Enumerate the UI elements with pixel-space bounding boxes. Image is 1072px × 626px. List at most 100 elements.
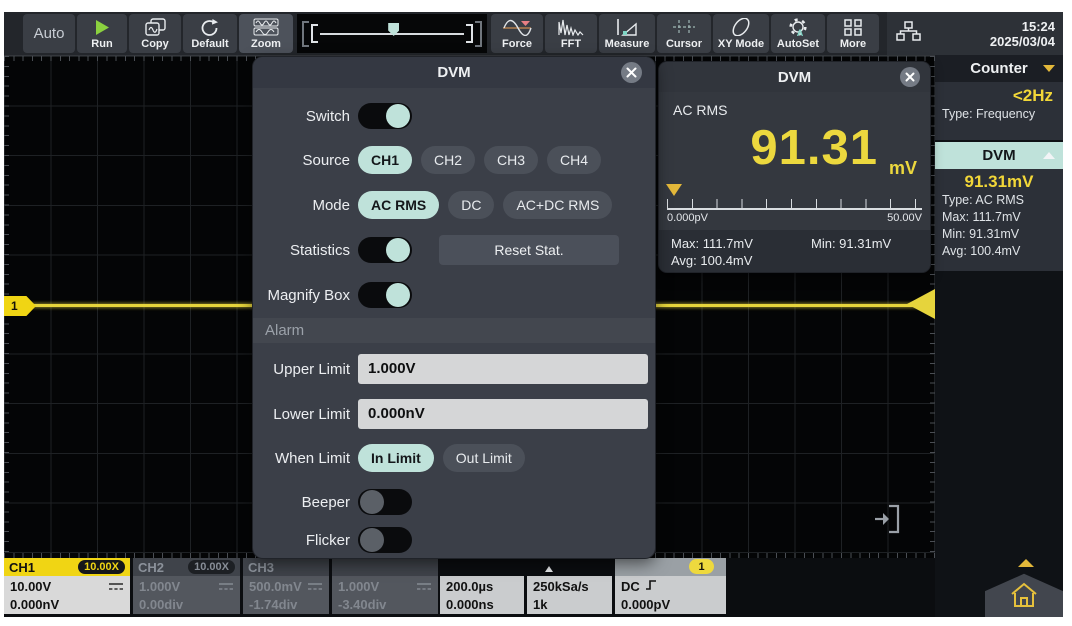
channel-descriptor-ch2[interactable]: CH2 10.00X 1.000V 0.00div [133,558,240,614]
beeper-toggle[interactable] [358,489,412,515]
acquire-descriptor[interactable]: 250kSa/s 1k [527,558,612,614]
chevron-up-icon [1043,152,1055,159]
ch3-scale: 500.0mV [249,579,302,594]
dvm-section-header[interactable]: DVM [935,142,1063,169]
mode-option-dc[interactable]: DC [448,191,494,219]
outer-bracket-right [475,21,482,47]
ch4-badge [332,558,438,576]
source-option-ch3[interactable]: CH3 [484,146,538,174]
magnify-box-toggle[interactable] [358,282,412,308]
dvm-sidebar-avg: Avg: 100.4mV [935,243,1063,260]
timebase-descriptor[interactable]: 200.0µs 0.000ns [440,558,524,614]
more-button[interactable]: More [827,14,879,53]
clock: 15:24 2025/03/04 [990,19,1055,49]
trigger-descriptor[interactable]: 1 DC 0.000pV [615,558,726,614]
source-option-ch1[interactable]: CH1 [358,146,412,174]
copy-button[interactable]: Copy [129,14,181,53]
ch2-probe-badge: 10.00X [188,560,235,574]
bottom-status-bar: CH1 10.00X 10.00V 0.000nV CH2 10.00X 1.0… [4,558,935,617]
channel-descriptor-ch1[interactable]: CH1 10.00X 10.00V 0.000nV [4,558,130,614]
when-limit-out[interactable]: Out Limit [443,444,525,472]
dvm-sidebar-type: Type: AC RMS [935,192,1063,209]
channel-descriptor-ch4[interactable]: 1.000V -3.40div [332,558,438,614]
fft-spectrum-icon [558,18,584,37]
panel-title: DVM [778,69,811,86]
network-icon[interactable] [895,20,921,47]
toggle-knob [360,490,384,514]
statistics-toggle[interactable] [358,237,412,263]
ch1-badge: CH1 10.00X [4,558,130,576]
inner-bracket-right [466,24,473,43]
xy-ellipse-icon [728,18,754,37]
home-icon [1010,582,1038,613]
mode-option-acdcrms[interactable]: AC+DC RMS [503,191,612,219]
source-option-ch2[interactable]: CH2 [421,146,475,174]
lower-limit-field[interactable]: 0.000nV [358,399,648,429]
counter-section-header[interactable]: Counter [935,55,1063,82]
toggle-knob [386,104,410,128]
expand-up-icon[interactable] [1018,559,1034,567]
upper-limit-label: Upper Limit [253,361,350,378]
cursor-button[interactable]: Cursor [657,14,711,53]
grid-squares-icon [843,18,863,37]
svg-text:A: A [797,28,804,37]
reset-stat-button[interactable]: Reset Stat. [439,235,619,265]
counter-value: <2Hz [935,86,1063,106]
home-button[interactable] [985,570,1063,617]
horizontal-position-bar[interactable] [297,14,487,53]
fft-button[interactable]: FFT [545,14,597,53]
dc-coupling-icon [108,579,124,594]
oscilloscope-screen: Auto Run Copy Default Zoom [4,12,1063,617]
trigger-source-badge: 1 [689,559,714,574]
dvm-sidebar-value: 91.31mV [935,172,1063,192]
force-button[interactable]: Force [491,14,543,53]
dvm-sidebar-min: Min: 91.31mV [935,226,1063,243]
measure-button[interactable]: Measure [599,14,655,53]
lower-limit-label: Lower Limit [253,406,350,423]
ch2-badge: CH2 10.00X [133,558,240,576]
dvm-avg: Avg: 100.4mV [671,253,752,268]
beeper-label: Beeper [253,494,350,511]
inner-bracket-left [311,24,318,43]
force-trigger-icon [502,18,532,37]
source-option-ch4[interactable]: CH4 [547,146,601,174]
dvm-readout-panel: DVM AC RMS 91.31 mV 0.000pV 50.00V Max: … [659,62,930,272]
ch1-level-marker[interactable]: 1 [4,296,36,316]
measure-icon [614,18,640,37]
dc-coupling-icon [218,579,234,594]
dvm-max: Max: 111.7mV [671,236,811,251]
toggle-knob [360,528,384,552]
dock-panel-icon[interactable] [872,501,902,542]
flicker-toggle[interactable] [358,527,412,553]
trigger-level-marker[interactable] [907,289,935,319]
switch-toggle[interactable] [358,103,412,129]
cursor-crosshair-icon [671,18,697,37]
magnify-box-label: Magnify Box [253,287,350,304]
autoset-button[interactable]: A AutoSet [771,14,825,53]
mode-option-acrms[interactable]: AC RMS [358,191,439,219]
dialog-title: DVM [437,64,470,81]
memory-depth: 1k [533,597,547,612]
run-button[interactable]: Run [77,14,127,53]
ch3-offset: -1.74div [249,597,297,612]
dialog-header: DVM [253,57,655,88]
dvm-scale-bar [667,199,922,210]
reset-arrow-icon [200,18,220,37]
default-button[interactable]: Default [183,14,237,53]
flicker-label: Flicker [253,532,350,549]
close-icon[interactable] [621,62,642,83]
xy-mode-button[interactable]: XY Mode [713,14,769,53]
when-limit-in[interactable]: In Limit [358,444,434,472]
dvm-min: Min: 91.31mV [811,236,891,251]
auto-button[interactable]: Auto [23,14,75,53]
scale-max-label: 50.00V [887,212,922,224]
rising-edge-icon [645,579,657,594]
channel-descriptor-ch3[interactable]: CH3 500.0mV -1.74div [243,558,329,614]
date-text: 2025/03/04 [990,34,1055,49]
when-limit-label: When Limit [253,450,350,467]
upper-limit-field[interactable]: 1.000V [358,354,648,384]
close-icon[interactable] [900,67,920,87]
time-text: 15:24 [990,19,1055,34]
outer-bracket-left [302,21,309,47]
zoom-button[interactable]: Zoom [239,14,293,53]
